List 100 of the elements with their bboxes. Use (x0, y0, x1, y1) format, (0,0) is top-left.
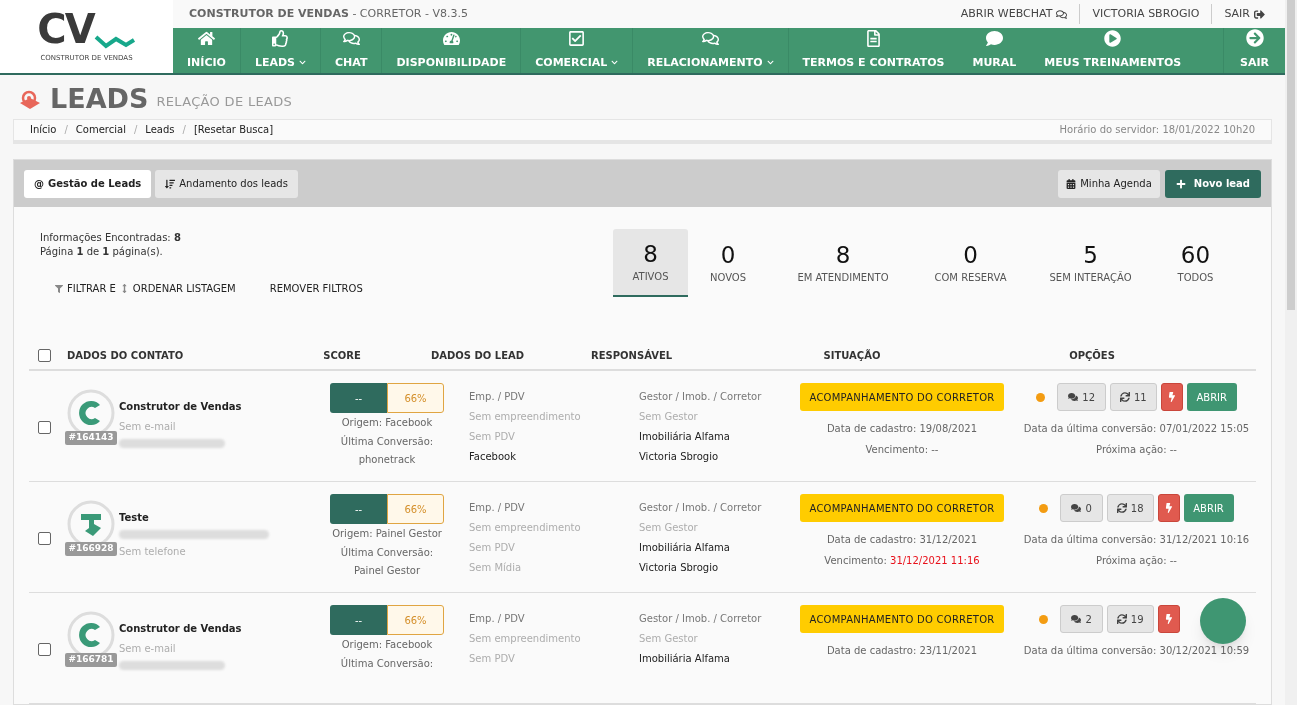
responsible-detail: Gestor / Imob. / Corretor (639, 612, 763, 626)
select-all-checkbox[interactable] (38, 348, 51, 362)
chat-icon (1056, 8, 1068, 20)
page-subtitle: RELAÇÃO DE LEADS (156, 93, 293, 112)
app-title: CONSTRUTOR DE VENDAS - CORRETOR - V8.3.5 (189, 5, 468, 22)
lead-detail: Sem PDV (469, 541, 516, 555)
lead-id-badge: #164143 (65, 431, 117, 445)
bolt-icon (1163, 503, 1174, 513)
column-header: OPÇÕES (1068, 348, 1116, 363)
responsible-detail: Imobiliária Alfama (639, 541, 731, 555)
nav-item[interactable]: RELACIONAMENTO (633, 28, 789, 73)
row-checkbox[interactable] (38, 643, 51, 656)
refresh-icon (1116, 614, 1127, 624)
contact-name: Teste (119, 511, 150, 525)
breadcrumb-separator: / (64, 123, 68, 138)
tab[interactable]: @ Gestão de Leads (24, 169, 152, 198)
webchat-link[interactable]: ABRIR WEBCHAT (948, 5, 1080, 23)
contact-detail: Sem e-mail (119, 642, 177, 656)
responsible-detail: Gestor / Imob. / Corretor (639, 390, 763, 404)
column-header: RESPONSÁVEL (590, 348, 674, 363)
nav-item[interactable]: MURAL (958, 28, 1031, 73)
next-action: Próxima ação: -- (1096, 443, 1177, 457)
chat-icon (1071, 503, 1082, 513)
lead-detail: Sem empreendimento (469, 410, 582, 424)
due-date: Vencimento: 31/12/2021 11:16 (824, 554, 980, 568)
nav-item[interactable]: TERMOS E CONTRATOS (788, 28, 959, 73)
chat-icon (1068, 392, 1079, 402)
responsible-detail: Sem Gestor (639, 632, 699, 646)
caret-icon (299, 59, 306, 67)
quick-action-button[interactable] (1160, 383, 1183, 411)
chat-bubbles-icon (701, 29, 719, 47)
caret-icon (766, 59, 774, 67)
lead-detail: Emp. / PDV (469, 612, 526, 626)
status-badge: ACOMPANHAMENTO DO CORRETOR (800, 383, 1004, 411)
open-button[interactable]: ABRIR (1186, 383, 1237, 411)
stat-tab[interactable]: 0 NOVOS (688, 229, 768, 297)
column-header: SCORE (322, 348, 362, 363)
comments-button[interactable]: 2 (1060, 605, 1103, 633)
contact-name: Construtor de Vendas (119, 622, 243, 636)
origin-text: Última Conversão: (339, 656, 435, 671)
breadcrumb-link[interactable]: Leads (145, 122, 175, 138)
sync-button[interactable]: 11 (1110, 383, 1157, 411)
breadcrumb-link[interactable]: Início (30, 122, 57, 138)
column-header: DADOS DO LEAD (430, 348, 526, 363)
nav-item[interactable]: COMERCIAL (521, 28, 634, 73)
score-value: -- (330, 605, 387, 635)
document-icon (864, 29, 882, 47)
last-conversion: Data da última conversão: 30/12/2021 10:59 (1023, 644, 1250, 658)
sync-button[interactable]: 18 (1106, 494, 1154, 522)
filter-link[interactable]: FILTRAR E ORDENAR LISTAGEM (55, 281, 236, 296)
page-title: LEADS (50, 84, 149, 112)
open-button[interactable]: ABRIR (1183, 494, 1234, 522)
column-header: DADOS DO CONTATO (67, 348, 185, 363)
results-info: Página 1 de 1 página(s). (40, 245, 164, 259)
row-checkbox[interactable] (38, 421, 51, 434)
comments-button[interactable]: 12 (1057, 383, 1106, 411)
user-link[interactable]: VICTORIA SBROGIO (1080, 5, 1212, 23)
stat-tab[interactable]: 0 COM RESERVA (918, 229, 1023, 297)
comments-button[interactable]: 0 (1060, 494, 1103, 522)
quick-action-button[interactable] (1157, 494, 1180, 522)
stat-tab[interactable]: 5 SEM INTERAÇÃO (1023, 229, 1158, 297)
stat-tab[interactable]: 8 EM ATENDIMENTO (768, 229, 918, 297)
nav-item[interactable]: DISPONIBILIDADE (382, 28, 522, 73)
sync-button[interactable]: 19 (1106, 605, 1154, 633)
stat-tab[interactable]: 60 TODOS (1158, 229, 1233, 297)
registration-date: Data de cadastro: 31/12/2021 (826, 533, 978, 547)
sort-icon (165, 178, 176, 189)
tab[interactable]: Andamento dos leads (155, 169, 298, 198)
filter-icon (55, 284, 63, 293)
remove-filters-link[interactable]: REMOVER FILTROS (269, 281, 363, 296)
responsible-detail: Victoria Sbrogio (639, 450, 720, 464)
row-checkbox[interactable] (38, 532, 51, 545)
breadcrumb-link[interactable]: Comercial (75, 122, 126, 138)
logout-link[interactable]: SAIR (1212, 5, 1269, 23)
lead-detail: Sem PDV (469, 652, 516, 666)
origin-text: Origem: Facebook (340, 416, 434, 430)
registration-date: Data de cadastro: 23/11/2021 (826, 644, 978, 658)
lead-id-badge: #166928 (65, 542, 117, 556)
caret-icon (611, 59, 619, 67)
nav-item[interactable]: MEUS TREINAMENTOS (1030, 28, 1196, 73)
breadcrumb-link[interactable]: [Resetar Busca] (193, 122, 274, 138)
lead-detail: Emp. / PDV (469, 390, 526, 404)
refresh-icon (1116, 503, 1127, 513)
lead-id-badge: #166781 (65, 653, 117, 667)
speech-bubble-icon (985, 29, 1003, 47)
column-header: SITUAÇÃO (822, 348, 882, 363)
agenda-button[interactable]: Minha Agenda (1058, 169, 1160, 198)
nav-item[interactable]: LEADS (240, 28, 321, 73)
new-lead-button[interactable]: Novo lead (1164, 169, 1261, 198)
lead-detail: Facebook (469, 450, 517, 464)
refresh-icon (1120, 392, 1130, 402)
nav-item[interactable]: INÍCIO (173, 28, 241, 73)
bolt-icon (1166, 392, 1177, 402)
stat-tab[interactable]: 8 ATIVOS (613, 229, 688, 297)
logout-icon (1254, 8, 1265, 20)
contact-detail: Sem telefone (119, 545, 187, 559)
origin-text: Última Conversão: Painel Gestor (339, 545, 435, 578)
breadcrumb-separator: / (133, 123, 138, 138)
nav-item[interactable]: CHAT (321, 28, 383, 73)
quick-action-button[interactable] (1157, 605, 1180, 633)
